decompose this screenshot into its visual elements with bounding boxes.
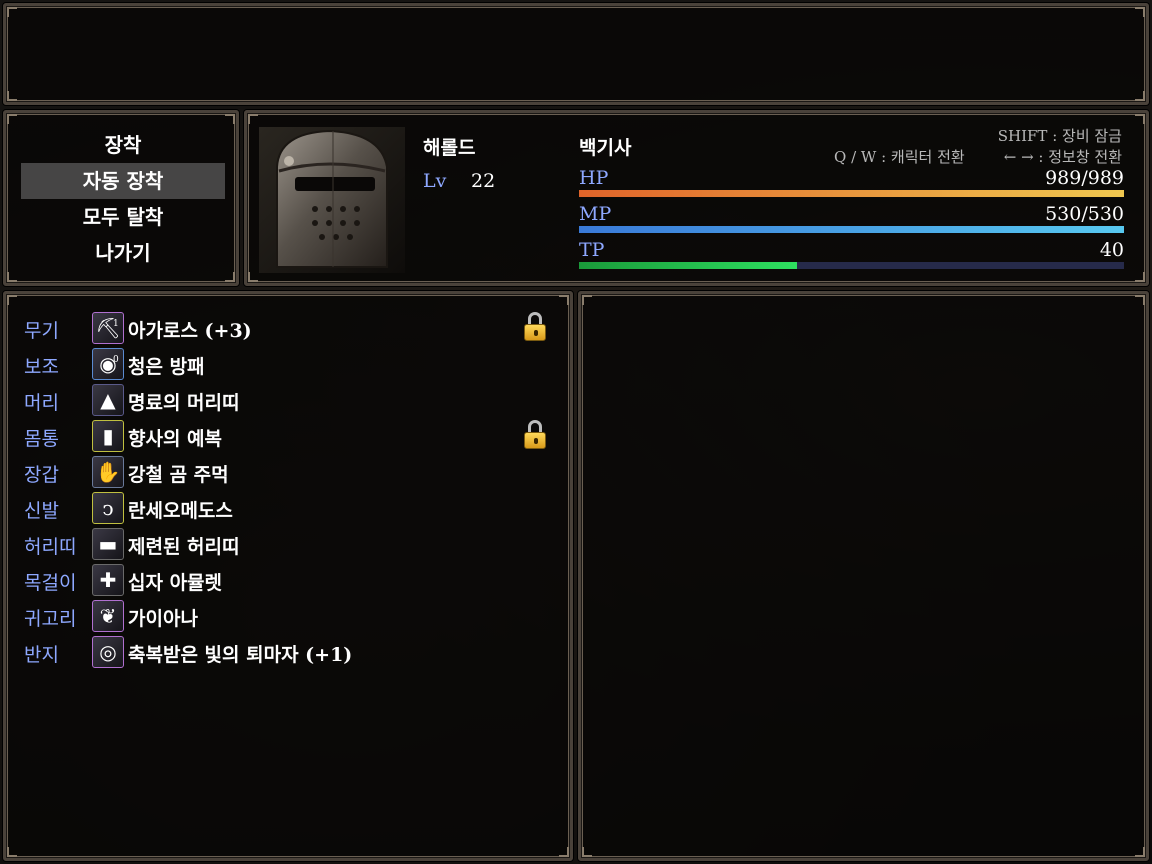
tp-track	[579, 262, 1124, 269]
command-optimize[interactable]: 자동 장착	[21, 163, 225, 199]
command-equip[interactable]: 장착	[21, 127, 225, 163]
tp-value: 40	[1099, 239, 1124, 261]
actor-name: 해롤드	[423, 137, 476, 159]
hood-icon: ▲	[92, 384, 124, 416]
item-info-window	[578, 291, 1149, 861]
equip-slot-row[interactable]: 귀고리 ❦ 가이아나	[24, 598, 554, 634]
item-name: 란세오메도스	[128, 500, 233, 522]
belt-icon: ▬	[92, 528, 124, 560]
mp-value: 530/530	[1045, 203, 1124, 225]
slot-label: 몸통	[24, 428, 59, 450]
lock-icon	[524, 420, 546, 450]
gauntlet-icon: ✋	[92, 456, 124, 488]
item-name: 가이아나	[128, 608, 198, 630]
hp-track	[579, 190, 1124, 197]
hint-switch-info: ← → : 정보창 전환	[1003, 148, 1122, 166]
slot-label: 머리	[24, 392, 59, 414]
help-window	[3, 3, 1149, 105]
hp-label: HP	[579, 167, 609, 189]
mp-label: MP	[579, 203, 612, 225]
item-name: 강철 곰 주먹	[128, 464, 229, 486]
slot-label: 장갑	[24, 464, 59, 486]
hint-switch-character: Q / W : 캐릭터 전환	[834, 148, 965, 166]
tp-fill	[579, 262, 797, 269]
pickaxe-icon: ⛏ 1	[92, 312, 124, 344]
item-name: 명료의 머리띠	[128, 392, 240, 414]
equip-slot-row[interactable]: 무기 ⛏ 1 아가로스 (+3)	[24, 310, 554, 346]
equip-slot-row[interactable]: 반지 ◎ 축복받은 빛의 퇴마자 (+1)	[24, 634, 554, 670]
equip-slot-row[interactable]: 목걸이 ✚ 십자 아뮬렛	[24, 562, 554, 598]
mp-track	[579, 226, 1124, 233]
level-value: 22	[471, 170, 496, 192]
slot-label: 반지	[24, 644, 59, 666]
hint-equip-lock: SHIFT : 장비 잠금	[997, 127, 1122, 145]
slot-label: 귀고리	[24, 608, 77, 630]
slot-label: 신발	[24, 500, 59, 522]
item-name: 아가로스 (+3)	[128, 320, 252, 342]
actor-class: 백기사	[579, 137, 632, 159]
item-name: 향사의 예복	[128, 428, 223, 450]
amulet-icon: ✚	[92, 564, 124, 596]
mp-fill	[579, 226, 1124, 233]
equip-slot-row[interactable]: 보조 ◉ 0 청은 방패	[24, 346, 554, 382]
icon-badge: 0	[113, 355, 119, 365]
slot-label: 허리띠	[24, 536, 77, 558]
robe-icon: ▮	[92, 420, 124, 452]
earring-icon: ❦	[92, 600, 124, 632]
round-shield-icon: ◉ 0	[92, 348, 124, 380]
command-exit[interactable]: 나가기	[21, 235, 225, 271]
hp-value: 989/989	[1045, 167, 1124, 189]
item-name: 제련된 허리띠	[128, 536, 240, 558]
slot-label: 목걸이	[24, 572, 77, 594]
icon-badge: 1	[113, 319, 119, 329]
mp-gauge: MP 530/530	[579, 203, 1124, 233]
command-window: 장착 자동 장착 모두 탈착 나가기	[3, 110, 239, 286]
equip-slot-window: 무기 ⛏ 1 아가로스 (+3) 보조 ◉ 0 청은 방패머리 ▲ 명료의 머리띠몸통 ▮ 향사의 예…	[3, 291, 573, 861]
equip-slot-row[interactable]: 머리 ▲ 명료의 머리띠	[24, 382, 554, 418]
status-window: 해롤드 Lv 22 백기사 SHIFT : 장비 잠금 Q / W : 캐릭터 …	[244, 110, 1149, 286]
equip-slot-row[interactable]: 신발 ↄ 란세오메도스	[24, 490, 554, 526]
hp-gauge: HP 989/989	[579, 167, 1124, 197]
item-name: 십자 아뮬렛	[128, 572, 223, 594]
ring-icon: ◎	[92, 636, 124, 668]
equip-slot-row[interactable]: 몸통 ▮ 향사의 예복	[24, 418, 554, 454]
equip-slot-row[interactable]: 허리띠 ▬ 제련된 허리띠	[24, 526, 554, 562]
boots-icon: ↄ	[92, 492, 124, 524]
slot-label: 무기	[24, 320, 59, 342]
knight-portrait	[259, 127, 405, 273]
equip-slot-row[interactable]: 장갑 ✋ 강철 곰 주먹	[24, 454, 554, 490]
lock-icon	[524, 312, 546, 342]
level-label: Lv	[423, 170, 447, 192]
slot-label: 보조	[24, 356, 59, 378]
item-name: 축복받은 빛의 퇴마자 (+1)	[128, 644, 353, 666]
command-clear[interactable]: 모두 탈착	[21, 199, 225, 235]
tp-label: TP	[579, 239, 605, 261]
item-name: 청은 방패	[128, 356, 205, 378]
tp-gauge: TP 40	[579, 239, 1124, 269]
hp-fill	[579, 190, 1124, 197]
